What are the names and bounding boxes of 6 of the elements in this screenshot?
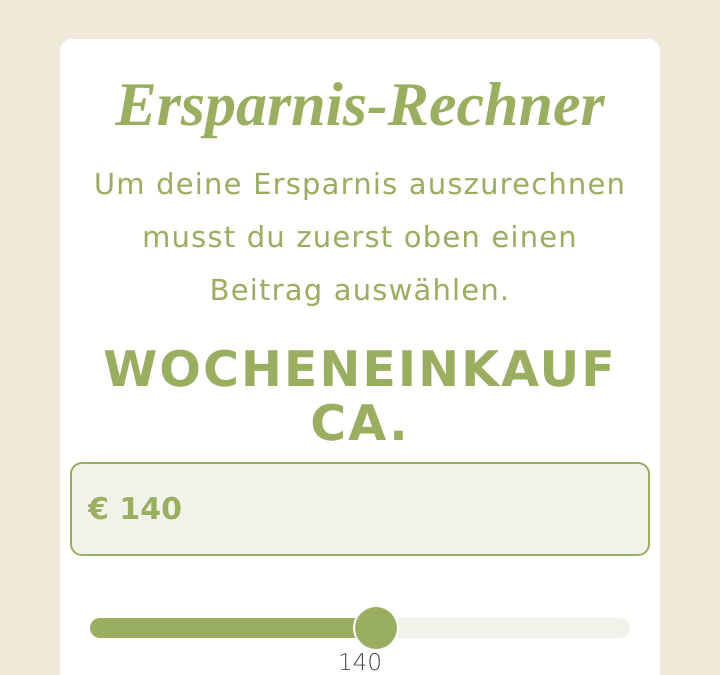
intro-text: Um deine Ersparnis auszurechnen musst du zuerst oben einen Beitrag auswählen.	[92, 166, 628, 309]
calculator-title: Ersparnis-Rechner	[115, 70, 605, 141]
slider-thumb[interactable]	[355, 607, 398, 649]
section-heading: WOCHENEINKAUF CA.	[102, 343, 618, 451]
slider-value: 140	[338, 651, 382, 675]
slider-track[interactable]	[90, 607, 630, 649]
